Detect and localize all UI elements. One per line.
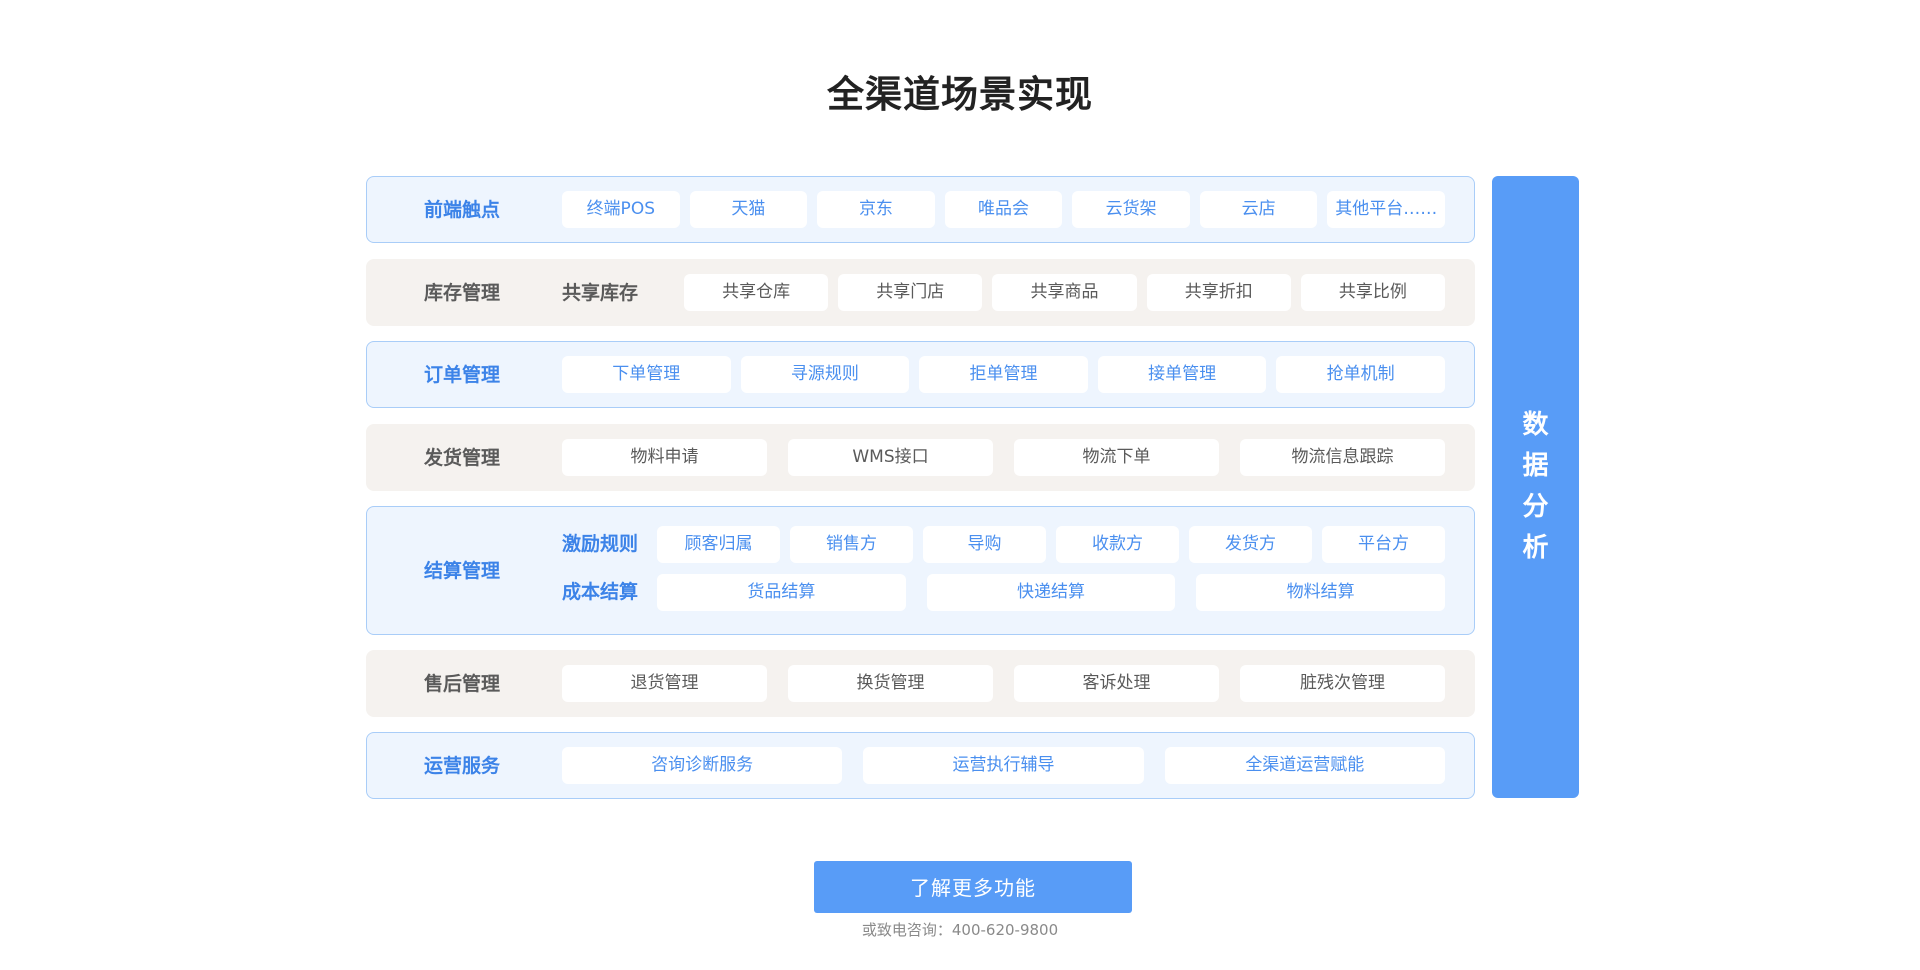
row-items: 退货管理 换货管理 客诉处理 脏残次管理 — [562, 665, 1445, 702]
row-items-incentive: 顾客归属 销售方 导购 收款方 发货方 平台方 — [657, 526, 1445, 563]
item-tag[interactable]: 其他平台…… — [1327, 191, 1446, 228]
item-tag[interactable]: 物流下单 — [1014, 439, 1219, 476]
row-items: 物料申请 WMS接口 物流下单 物流信息跟踪 — [562, 439, 1445, 476]
row-label: 售后管理 — [423, 673, 500, 695]
row-items: 下单管理 寻源规则 拒单管理 接单管理 抢单机制 — [562, 356, 1445, 393]
item-tag[interactable]: 唯品会 — [944, 191, 1063, 228]
item-tag[interactable]: 终端POS — [562, 191, 680, 228]
item-tag[interactable]: 发货方 — [1189, 526, 1312, 563]
row-label: 库存管理 — [423, 282, 500, 304]
item-tag[interactable]: 退货管理 — [562, 665, 767, 702]
row-sub-label-cost: 成本结算 — [562, 581, 639, 603]
item-tag[interactable]: 共享商品 — [992, 274, 1137, 311]
item-tag[interactable]: 物料结算 — [1196, 574, 1446, 611]
row-inventory-management: 库存管理 共享库存 共享仓库 共享门店 共享商品 共享折扣 共享比例 — [366, 259, 1475, 326]
item-tag[interactable]: 抢单机制 — [1276, 356, 1445, 393]
item-tag[interactable]: 换货管理 — [788, 665, 993, 702]
item-tag[interactable]: 物流信息跟踪 — [1240, 439, 1445, 476]
item-tag[interactable]: 共享门店 — [838, 274, 983, 311]
item-tag[interactable]: 货品结算 — [657, 574, 906, 611]
item-tag[interactable]: 天猫 — [689, 191, 808, 228]
item-tag[interactable]: 咨询诊断服务 — [562, 747, 843, 784]
item-tag[interactable]: 顾客归属 — [657, 526, 780, 563]
item-tag[interactable]: 全渠道运营赋能 — [1164, 747, 1445, 784]
row-sub-label-incentive: 激励规则 — [562, 533, 639, 555]
row-label: 发货管理 — [423, 447, 500, 469]
row-frontend-touchpoints: 前端触点 终端POS 天猫 京东 唯品会 云货架 云店 其他平台…… — [366, 176, 1475, 243]
row-settlement-management: 结算管理 激励规则 顾客归属 销售方 导购 收款方 发货方 平台方 成本结算 货… — [366, 506, 1475, 635]
item-tag[interactable]: 脏残次管理 — [1240, 665, 1445, 702]
row-order-management: 订单管理 下单管理 寻源规则 拒单管理 接单管理 抢单机制 — [366, 341, 1475, 408]
row-label: 订单管理 — [423, 364, 500, 386]
item-tag[interactable]: 接单管理 — [1097, 356, 1267, 393]
row-label: 结算管理 — [423, 560, 500, 582]
contact-phone: 或致电咨询：400-620-9800 — [861, 921, 1059, 939]
item-tag[interactable]: 云货架 — [1072, 191, 1190, 228]
row-sub-label: 共享库存 — [562, 282, 639, 304]
row-items: 咨询诊断服务 运营执行辅导 全渠道运营赋能 — [562, 747, 1445, 784]
item-tag[interactable]: 收款方 — [1056, 526, 1179, 563]
row-operation-services: 运营服务 咨询诊断服务 运营执行辅导 全渠道运营赋能 — [366, 732, 1475, 799]
item-tag[interactable]: 拒单管理 — [919, 356, 1088, 393]
row-label: 运营服务 — [423, 755, 500, 777]
row-items: 终端POS 天猫 京东 唯品会 云货架 云店 其他平台…… — [562, 191, 1446, 228]
item-tag[interactable]: 客诉处理 — [1014, 665, 1219, 702]
item-tag[interactable]: 平台方 — [1322, 526, 1445, 563]
item-tag[interactable]: 下单管理 — [562, 356, 731, 393]
item-tag[interactable]: 寻源规则 — [740, 356, 910, 393]
item-tag[interactable]: 京东 — [817, 191, 935, 228]
learn-more-button[interactable]: 了解更多功能 — [814, 861, 1132, 913]
data-analysis-panel: 数据分析 — [1492, 176, 1579, 798]
item-tag[interactable]: 共享折扣 — [1146, 274, 1291, 311]
row-items-cost: 货品结算 快递结算 物料结算 — [657, 574, 1446, 611]
item-tag[interactable]: 运营执行辅导 — [863, 747, 1144, 784]
item-tag[interactable]: 快递结算 — [926, 574, 1176, 611]
item-tag[interactable]: 共享仓库 — [684, 274, 829, 311]
item-tag[interactable]: 云店 — [1199, 191, 1318, 228]
data-analysis-label: 数据分析 — [1522, 410, 1549, 563]
row-shipping-management: 发货管理 物料申请 WMS接口 物流下单 物流信息跟踪 — [366, 424, 1475, 491]
item-tag[interactable]: 销售方 — [790, 526, 913, 563]
row-after-sales-management: 售后管理 退货管理 换货管理 客诉处理 脏残次管理 — [366, 650, 1475, 717]
item-tag[interactable]: 导购 — [923, 526, 1046, 563]
page-title: 全渠道场景实现 — [827, 73, 1093, 116]
item-tag[interactable]: 共享比例 — [1300, 274, 1446, 311]
item-tag[interactable]: 物料申请 — [562, 439, 767, 476]
item-tag[interactable]: WMS接口 — [788, 439, 993, 476]
row-label: 前端触点 — [423, 199, 500, 221]
row-items: 共享仓库 共享门店 共享商品 共享折扣 共享比例 — [684, 274, 1446, 311]
